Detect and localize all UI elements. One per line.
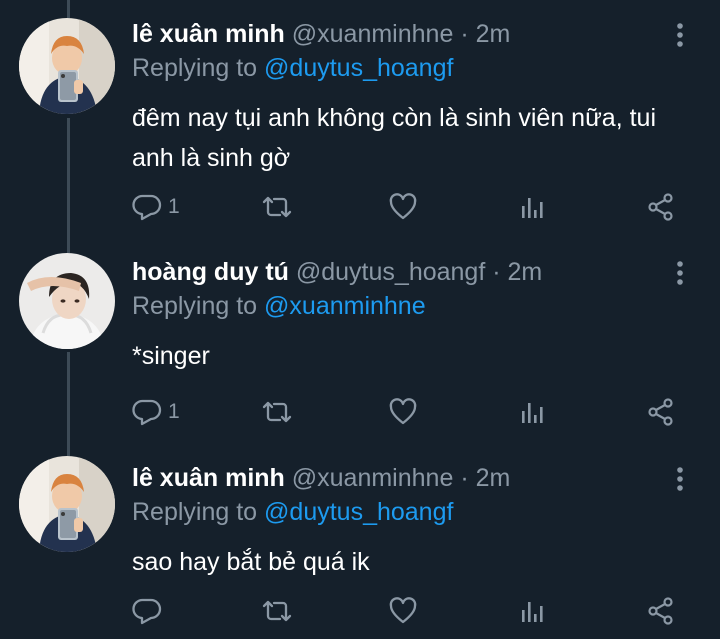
reply-icon [132,598,162,625]
share-button[interactable] [646,594,676,628]
timestamp[interactable]: 2m [476,20,511,48]
reply-count: 1 [168,400,180,423]
share-icon [648,597,673,625]
more-vertical-icon [677,467,683,491]
heart-icon [389,193,417,220]
tweet-actions: 1 [132,190,687,224]
avatar-photo-icon [19,456,115,552]
share-button[interactable] [646,190,676,224]
reply-icon [132,194,162,221]
retweet-icon [262,196,292,218]
analytics-icon [522,403,543,423]
reply-button[interactable] [132,594,168,628]
replying-to: Replying to @duytus_hoangf [132,52,696,84]
replying-to-handle[interactable]: @duytus_hoangf [264,498,453,526]
tweet-text: đêm nay tụi anh không còn là sinh viên n… [132,104,657,172]
tweet-content: hoàng duy tú @duytus_hoangf · 2m Replyin… [132,256,696,376]
more-options-button[interactable] [670,256,690,288]
analytics-button[interactable] [518,395,546,429]
analytics-icon [522,602,543,622]
share-icon [648,193,673,221]
more-options-button[interactable] [670,462,690,494]
share-icon [648,398,673,426]
avatar[interactable] [19,18,115,114]
tweet-header: hoàng duy tú @duytus_hoangf · 2m [132,256,696,288]
tweet-content: lê xuân minh @xuanminhne · 2m Replying t… [132,18,696,178]
more-options-button[interactable] [670,18,690,50]
analytics-button[interactable] [518,190,546,224]
retweet-icon [262,401,292,423]
more-vertical-icon [677,23,683,47]
replying-to-label: Replying to [132,292,265,320]
reply-icon [132,399,162,426]
reply-count: 1 [168,195,180,218]
timestamp[interactable]: 2m [476,464,511,492]
display-name[interactable]: lê xuân minh [132,20,285,48]
tweet-content: lê xuân minh @xuanminhne · 2m Replying t… [132,462,696,582]
avatar-photo-icon [19,18,115,114]
replying-to-label: Replying to [132,498,265,526]
replying-to: Replying to @duytus_hoangf [132,496,696,528]
reply-button[interactable]: 1 [132,395,180,429]
tweet-header: lê xuân minh @xuanminhne · 2m [132,18,696,50]
display-name[interactable]: lê xuân minh [132,464,285,492]
tweet[interactable]: hoàng duy tú @duytus_hoangf · 2m Replyin… [0,253,720,443]
heart-icon [389,398,417,425]
like-button[interactable] [388,395,418,429]
tweet-header: lê xuân minh @xuanminhne · 2m [132,462,696,494]
heart-icon [389,597,417,624]
tweet-actions: 1 [132,395,687,429]
replying-to-label: Replying to [132,54,265,82]
share-button[interactable] [646,395,676,429]
retweet-icon [262,600,292,622]
timestamp[interactable]: 2m [508,258,543,286]
retweet-button[interactable] [260,395,294,429]
avatar[interactable] [19,253,115,349]
user-handle[interactable]: @duytus_hoangf [296,258,485,286]
display-name[interactable]: hoàng duy tú [132,258,289,286]
avatar-photo-icon [19,253,115,349]
retweet-button[interactable] [260,594,294,628]
retweet-button[interactable] [260,190,294,224]
tweet-text: sao hay bắt bẻ quá ik [132,548,370,576]
user-handle[interactable]: @xuanminhne [292,464,454,492]
more-vertical-icon [677,261,683,285]
analytics-button[interactable] [518,594,546,628]
like-button[interactable] [388,190,418,224]
replying-to-handle[interactable]: @duytus_hoangf [264,54,453,82]
separator-dot: · [460,464,469,492]
reply-button[interactable]: 1 [132,190,180,224]
tweet-actions [132,594,687,628]
user-handle[interactable]: @xuanminhne [292,20,454,48]
replying-to: Replying to @xuanminhne [132,290,696,322]
tweet[interactable]: lê xuân minh @xuanminhne · 2m Replying t… [0,456,720,639]
like-button[interactable] [388,594,418,628]
separator-dot: · [460,20,469,48]
avatar[interactable] [19,456,115,552]
tweet-text: *singer [132,342,210,370]
analytics-icon [522,198,543,218]
replying-to-handle[interactable]: @xuanminhne [264,292,426,320]
tweet[interactable]: lê xuân minh @xuanminhne · 2m Replying t… [0,0,720,240]
separator-dot: · [492,258,501,286]
